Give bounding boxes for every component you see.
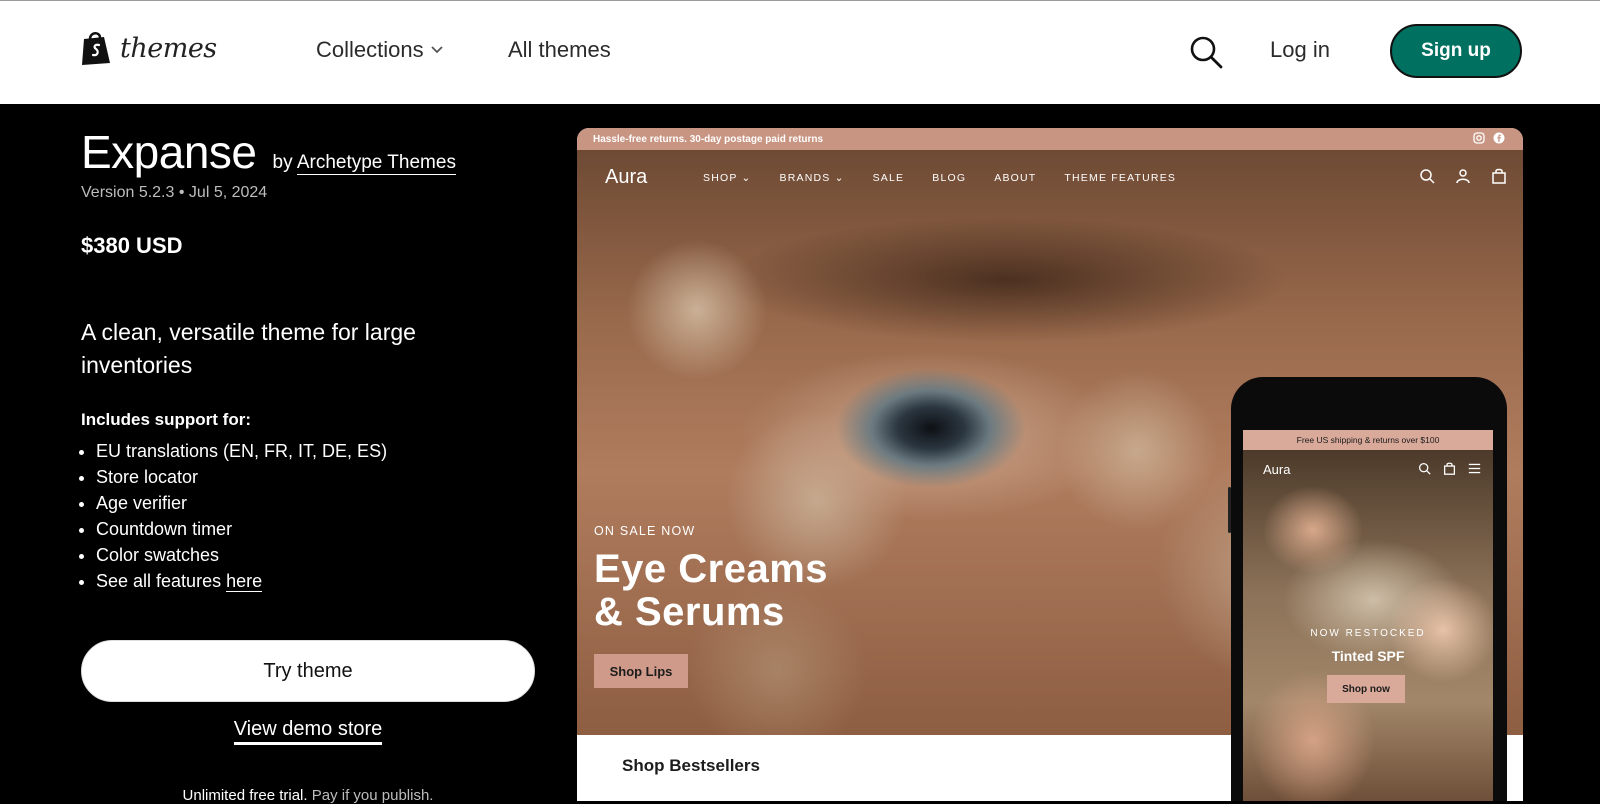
shop-lips-button[interactable]: Shop Lips — [594, 654, 688, 688]
store-menu: SHOP ⌄ BRANDS ⌄ SALE BLOG ABOUT THEME FE… — [703, 172, 1176, 184]
support-heading: Includes support for: — [81, 410, 251, 429]
menu-theme-features[interactable]: THEME FEATURES — [1064, 172, 1176, 184]
brand-text: themes — [120, 32, 217, 64]
search-icon[interactable] — [1419, 168, 1435, 184]
theme-price: $380 USD — [81, 233, 183, 258]
account-icon[interactable] — [1455, 168, 1471, 184]
title-row: Expanse by Archetype Themes — [81, 125, 456, 179]
mobile-shop-now-button[interactable]: Shop now — [1327, 675, 1405, 703]
mobile-preview: Free US shipping & returns over $100 Aur… — [1228, 377, 1507, 801]
view-demo-store-link[interactable]: View demo store — [233, 718, 383, 745]
menu-sale[interactable]: SALE — [873, 172, 905, 184]
see-all-prefix: See all features — [96, 571, 222, 591]
mobile-announcement-bar: Free US shipping & returns over $100 — [1243, 430, 1493, 450]
search-icon[interactable] — [1418, 462, 1431, 475]
theme-title: Expanse — [81, 126, 257, 178]
list-item: Age verifier — [96, 490, 387, 516]
facebook-icon — [1493, 132, 1505, 144]
trial-muted-text: Pay if you publish. — [311, 787, 434, 804]
bullet-separator: • — [178, 184, 185, 201]
phone-side-button — [1228, 487, 1231, 533]
signup-button[interactable]: Sign up — [1390, 24, 1522, 78]
nav-collections[interactable]: Collections — [316, 37, 444, 63]
social-icons — [1473, 132, 1505, 144]
hero-headline-line-2: & Serums — [594, 590, 785, 634]
list-item: EU translations (EN, FR, IT, DE, ES) — [96, 438, 387, 464]
hero-headline: Eye Creams & Serums — [594, 548, 828, 634]
list-item: Color swatches — [96, 542, 387, 568]
nav-all-themes-label: All themes — [508, 37, 611, 62]
version-text: Version 5.2.3 — [81, 184, 175, 201]
trial-note: Unlimited free trial. Pay if you publish… — [81, 787, 535, 804]
author-link[interactable]: Archetype Themes — [296, 152, 456, 175]
chevron-down-icon — [430, 46, 443, 54]
hero-eyebrow: ON SALE NOW — [594, 524, 696, 538]
theme-tagline: A clean, versatile theme for large inven… — [81, 319, 416, 378]
menu-brands[interactable]: BRANDS ⌄ — [780, 172, 845, 184]
store-icons — [1419, 168, 1507, 184]
menu-blog[interactable]: BLOG — [932, 172, 966, 184]
preview-announcement-text: Hassle-free returns. 30-day postage paid… — [593, 133, 824, 145]
hero-headline-line-1: Eye Creams — [594, 547, 829, 591]
cart-icon[interactable] — [1443, 462, 1456, 475]
theme-preview[interactable]: Hassle-free returns. 30-day postage paid… — [577, 128, 1523, 801]
login-link[interactable]: Log in — [1270, 37, 1330, 63]
store-brand: Aura — [605, 166, 648, 188]
shopify-bag-icon — [82, 32, 110, 65]
release-date: Jul 5, 2024 — [188, 184, 268, 201]
mobile-hero-headline: Tinted SPF — [1331, 648, 1405, 664]
try-theme-button[interactable]: Try theme — [81, 640, 535, 702]
trial-text: Unlimited free trial. — [182, 787, 308, 804]
version-info: Version 5.2.3 • Jul 5, 2024 — [81, 184, 267, 202]
mobile-hero-image: Aura NOW RESTOCKED Tinted SPF Shop now — [1243, 450, 1493, 801]
theme-author: by Archetype Themes — [272, 152, 456, 175]
instagram-icon — [1473, 132, 1485, 144]
by-prefix: by — [272, 152, 293, 173]
mobile-store-icons — [1418, 462, 1481, 475]
search-icon[interactable] — [1188, 34, 1224, 70]
hamburger-menu-icon[interactable] — [1468, 462, 1481, 475]
shopify-themes-logo[interactable]: themes — [80, 29, 217, 67]
menu-about[interactable]: ABOUT — [994, 172, 1036, 184]
list-item: Countdown timer — [96, 516, 387, 542]
mobile-hero-eyebrow: NOW RESTOCKED — [1310, 628, 1426, 639]
features-here-link[interactable]: here — [226, 571, 263, 592]
shop-bestsellers-heading: Shop Bestsellers — [622, 756, 760, 775]
cart-icon[interactable] — [1491, 168, 1507, 184]
list-item-see-all: See all features here — [96, 568, 387, 594]
nav-collections-label: Collections — [316, 37, 424, 62]
top-navbar: themes Collections All themes Log in Sig… — [0, 1, 1600, 104]
preview-store-nav: Aura SHOP ⌄ BRANDS ⌄ SALE BLOG ABOUT THE… — [577, 150, 1523, 208]
preview-announcement-bar: Hassle-free returns. 30-day postage paid… — [577, 128, 1523, 150]
menu-shop[interactable]: SHOP ⌄ — [703, 172, 752, 184]
feature-list: EU translations (EN, FR, IT, DE, ES) Sto… — [81, 438, 387, 594]
view-demo-container: View demo store — [81, 718, 535, 745]
list-item: Store locator — [96, 464, 387, 490]
nav-all-themes[interactable]: All themes — [508, 37, 611, 63]
mobile-store-brand: Aura — [1263, 462, 1291, 477]
